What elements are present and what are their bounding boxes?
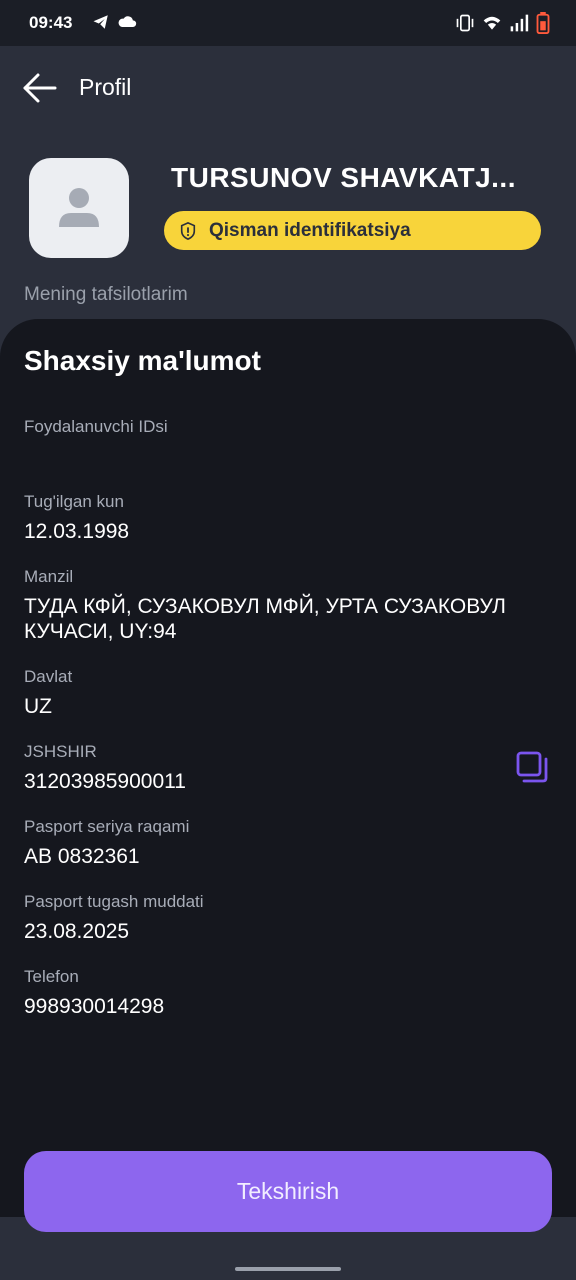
field-label: Foydalanuvchi IDsi: [24, 417, 168, 436]
status-bar: 09:43: [0, 0, 576, 46]
field-address: Manzil ТУДА КФЙ, СУЗАКОВУЛ МФЙ, УРТА СУЗ…: [24, 566, 554, 644]
field-phone: Telefon 998930014298: [24, 966, 554, 1019]
field-user-id: Foydalanuvchi IDsi: [24, 416, 554, 444]
field-jshshir: JSHSHIR 31203985900011: [24, 741, 554, 794]
cloud-icon: [117, 13, 137, 36]
field-label: Davlat: [24, 667, 73, 686]
wifi-icon: [482, 13, 502, 38]
avatar: [29, 158, 129, 258]
field-value: 23.08.2025: [24, 920, 130, 943]
field-value: UZ: [24, 695, 52, 718]
personal-info-card: Shaxsiy ma'lumot Foydalanuvchi IDsi Tug'…: [0, 319, 576, 1217]
field-label: Telefon: [24, 967, 79, 986]
status-badge-label: Qisman identifikatsiya: [209, 219, 411, 241]
field-value: 998930014298: [24, 995, 165, 1018]
profile-screen: 09:43 Profil TURSUNOV SHAVKATJ... Qisman…: [0, 0, 576, 1280]
field-label: JSHSHIR: [24, 742, 97, 761]
shield-icon: [180, 221, 196, 240]
copy-button[interactable]: [516, 751, 548, 783]
field-label: Manzil: [24, 567, 74, 586]
card-title: Shaxsiy ma'lumot: [24, 345, 261, 376]
arrow-left-icon: [23, 73, 57, 103]
field-value: 31203985900011: [24, 770, 186, 793]
field-label: Pasport tugash muddati: [24, 892, 204, 911]
signal-icon: [509, 13, 529, 38]
vibrate-icon: [455, 13, 475, 38]
field-value: ТУДА КФЙ, СУЗАКОВУЛ МФЙ, УРТА СУЗАКОВУЛ …: [24, 595, 506, 643]
field-label: Pasport seriya raqami: [24, 817, 190, 836]
field-label: Tug'ilgan kun: [24, 492, 124, 511]
status-time: 09:43: [29, 13, 73, 32]
field-birth-date: Tug'ilgan kun 12.03.1998: [24, 491, 554, 544]
status-badge: Qisman identifikatsiya: [164, 211, 541, 250]
copy-icon: [516, 751, 548, 783]
home-indicator[interactable]: [235, 1267, 341, 1271]
page-title: Profil: [79, 74, 132, 100]
status-icons: [455, 12, 550, 39]
telegram-icon: [92, 13, 110, 36]
app-header: Profil: [0, 46, 576, 130]
section-caption: Mening tafsilotlarim: [24, 284, 188, 305]
profile-name: TURSUNOV SHAVKATJ...: [171, 162, 516, 193]
field-value: AB 0832361: [24, 845, 140, 868]
verify-button[interactable]: Tekshirish: [24, 1151, 552, 1232]
back-button[interactable]: [22, 72, 58, 104]
field-passport-number: Pasport seriya raqami AB 0832361: [24, 816, 554, 869]
field-passport-expiry: Pasport tugash muddati 23.08.2025: [24, 891, 554, 944]
battery-icon: [536, 12, 550, 39]
field-country: Davlat UZ: [24, 666, 554, 719]
field-value: 12.03.1998: [24, 520, 130, 543]
user-icon: [59, 188, 99, 227]
